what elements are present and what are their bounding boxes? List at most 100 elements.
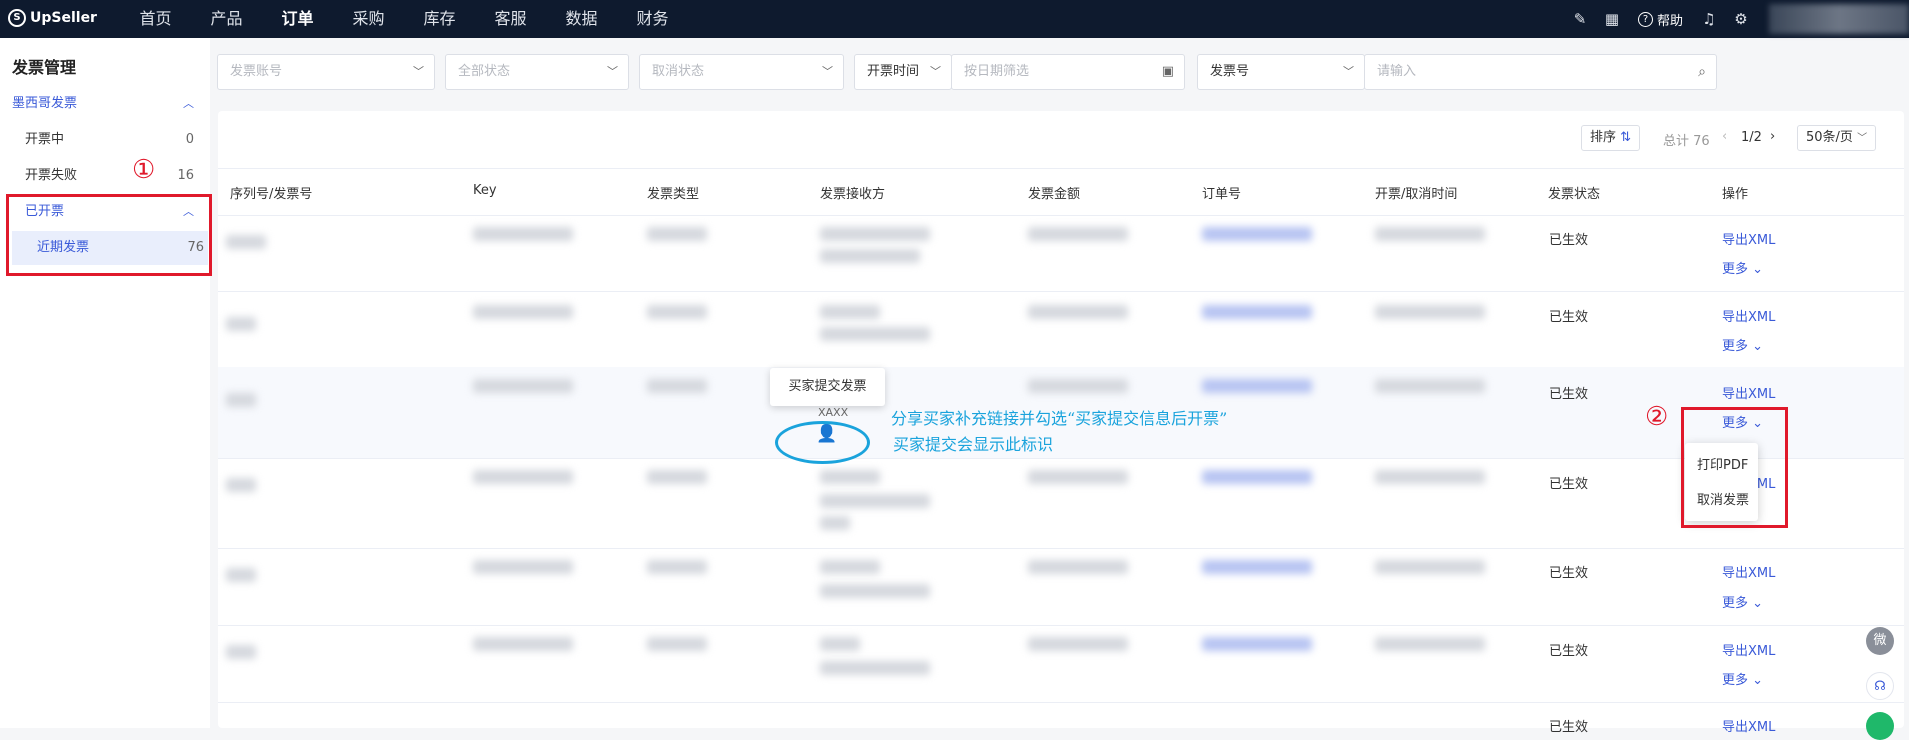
nav-finance[interactable]: 财务 xyxy=(617,0,688,38)
export-xml-link[interactable]: 导出XML xyxy=(1722,716,1775,735)
help-button[interactable]: ? 帮助 xyxy=(1628,10,1693,29)
more-dropdown[interactable]: 更多 ⌄ xyxy=(1722,669,1763,688)
annotation-mark-1: ① xyxy=(132,155,156,185)
calendar-icon: ▣ xyxy=(1161,64,1174,79)
export-xml-link[interactable]: 导出XML xyxy=(1722,383,1775,402)
logo[interactable]: S UpSeller xyxy=(8,9,97,27)
annotation-ellipse xyxy=(775,421,870,464)
status-badge: 已生效 xyxy=(1549,566,1589,581)
status-badge: 已生效 xyxy=(1549,477,1589,492)
account-avatar[interactable] xyxy=(1769,4,1909,34)
select-value: 开票时间 xyxy=(867,64,920,79)
table-header: 序列号/发票号 Key 发票类型 发票接收方 发票金额 订单号 开票/取消时间 … xyxy=(218,168,1904,216)
gear-icon[interactable]: ⚙ xyxy=(1725,10,1757,28)
sort-button[interactable]: 排序 ⇅ xyxy=(1581,125,1641,151)
receiver-partial-text: XAXX xyxy=(818,406,849,419)
nav-service[interactable]: 客服 xyxy=(475,0,546,38)
buyer-submit-tooltip: 买家提交发票 xyxy=(770,368,885,406)
search-icon: ⌕ xyxy=(1698,64,1706,80)
time-type-select[interactable]: 开票时间 ﹀ xyxy=(854,54,952,90)
cancel-status-select[interactable]: 取消状态 ﹀ xyxy=(639,54,844,90)
sidebar: 发票管理 墨西哥发票 ︿ 开票中 0 开票失败 16 已开票 ︿ 近期发票 76 xyxy=(0,38,210,728)
prev-page-icon[interactable]: ‹ xyxy=(1722,129,1727,144)
invoice-account-select[interactable]: 发票账号 ﹀ xyxy=(217,54,435,90)
top-bar: S UpSeller 首页 产品 订单 采购 库存 客服 数据 财务 ✎ ▦ ?… xyxy=(0,0,1909,38)
export-xml-link[interactable]: 导出XML xyxy=(1722,229,1775,248)
export-xml-link[interactable]: 导出XML xyxy=(1722,306,1775,325)
col-key: Key xyxy=(473,183,497,198)
total-count: 总计 76 xyxy=(1663,134,1710,149)
table-row[interactable] xyxy=(218,548,1904,626)
page-size-select[interactable]: 50条/页 ﹀ xyxy=(1797,125,1877,151)
search-input[interactable]: 请输入 ⌕ xyxy=(1364,54,1717,90)
highlight-box-1 xyxy=(6,194,212,276)
export-xml-link[interactable]: 导出XML xyxy=(1722,562,1775,581)
sidebar-item-issuing[interactable]: 开票中 0 xyxy=(0,123,210,157)
col-type: 发票类型 xyxy=(647,187,700,202)
nav-home[interactable]: 首页 xyxy=(120,0,191,38)
chevron-down-icon: ﹀ xyxy=(413,65,424,78)
headset-icon[interactable]: ☊ xyxy=(1866,672,1894,700)
status-badge: 已生效 xyxy=(1549,644,1589,659)
sort-icon: ⇅ xyxy=(1620,130,1632,145)
sidebar-item-label: 开票失败 xyxy=(25,168,78,183)
bell-icon[interactable]: ♫ xyxy=(1693,10,1725,28)
annotation-mark-2: ② xyxy=(1645,402,1669,432)
table-row[interactable] xyxy=(218,215,1904,292)
sidebar-title: 发票管理 xyxy=(12,58,77,77)
select-placeholder: 发票账号 xyxy=(230,64,283,79)
status-select[interactable]: 全部状态 ﹀ xyxy=(445,54,629,90)
help-label: 帮助 xyxy=(1656,13,1683,29)
export-xml-link[interactable]: 导出XML xyxy=(1722,640,1775,659)
page-indicator: 1/2 xyxy=(1741,130,1762,145)
logo-text: UpSeller xyxy=(30,10,97,26)
annotation-line-1: 分享买家补充链接并勾选“买家提交信息后开票” xyxy=(891,409,1228,428)
date-filter-input[interactable]: 按日期筛选 ▣ xyxy=(951,54,1185,90)
select-placeholder: 全部状态 xyxy=(458,64,511,79)
col-serial: 序列号/发票号 xyxy=(230,187,313,202)
logo-icon: S xyxy=(8,9,26,27)
more-dropdown[interactable]: 更多 ⌄ xyxy=(1722,592,1763,611)
wechat-float-button[interactable]: 微 xyxy=(1866,627,1894,655)
more-dropdown[interactable]: 更多 ⌄ xyxy=(1722,335,1763,354)
more-label: 更多 xyxy=(1722,339,1749,354)
input-placeholder: 按日期筛选 xyxy=(964,64,1030,79)
search-type-select[interactable]: 发票号 ﹀ xyxy=(1197,54,1365,90)
nav-orders[interactable]: 订单 xyxy=(262,0,333,38)
status-badge: 已生效 xyxy=(1549,720,1589,735)
apps-icon[interactable]: ▦ xyxy=(1596,10,1628,28)
more-dropdown[interactable]: 更多 ⌄ xyxy=(1722,258,1763,277)
table-row[interactable] xyxy=(218,291,1904,368)
next-page-icon[interactable]: › xyxy=(1770,129,1775,144)
page-size-value: 50条/页 xyxy=(1806,130,1853,145)
nav-inventory[interactable]: 库存 xyxy=(404,0,475,38)
sidebar-item-failed[interactable]: 开票失败 16 xyxy=(0,159,210,193)
chevron-down-icon: ﹀ xyxy=(607,65,618,78)
nav-purchase[interactable]: 采购 xyxy=(333,0,404,38)
col-actions: 操作 xyxy=(1722,187,1749,202)
nav-products[interactable]: 产品 xyxy=(191,0,262,38)
chevron-up-icon: ︿ xyxy=(183,97,194,110)
chat-float-button[interactable] xyxy=(1866,712,1894,740)
more-label: 更多 xyxy=(1722,596,1749,611)
chevron-down-icon: ﹀ xyxy=(1343,65,1354,78)
sidebar-group-mexico[interactable]: 墨西哥发票 ︿ xyxy=(0,87,210,121)
top-right-tools: ✎ ▦ ? 帮助 ♫ ⚙ xyxy=(1564,0,1909,38)
col-receiver: 发票接收方 xyxy=(820,187,886,202)
status-badge: 已生效 xyxy=(1549,233,1589,248)
col-time: 开票/取消时间 xyxy=(1375,187,1458,202)
more-label: 更多 xyxy=(1722,262,1749,277)
table-row[interactable] xyxy=(218,458,1904,549)
sort-label: 排序 xyxy=(1590,130,1617,145)
col-status: 发票状态 xyxy=(1548,187,1601,202)
wrench-icon[interactable]: ✎ xyxy=(1564,10,1596,28)
chevron-down-icon: ﹀ xyxy=(930,65,941,78)
table-row[interactable] xyxy=(218,625,1904,703)
chevron-down-icon: ⌄ xyxy=(1752,596,1764,611)
sidebar-item-count: 0 xyxy=(185,132,194,147)
col-amount: 发票金额 xyxy=(1028,187,1081,202)
input-placeholder: 请输入 xyxy=(1377,64,1417,79)
nav-data[interactable]: 数据 xyxy=(546,0,617,38)
col-order: 订单号 xyxy=(1202,187,1242,202)
sidebar-group-label: 墨西哥发票 xyxy=(12,96,78,111)
